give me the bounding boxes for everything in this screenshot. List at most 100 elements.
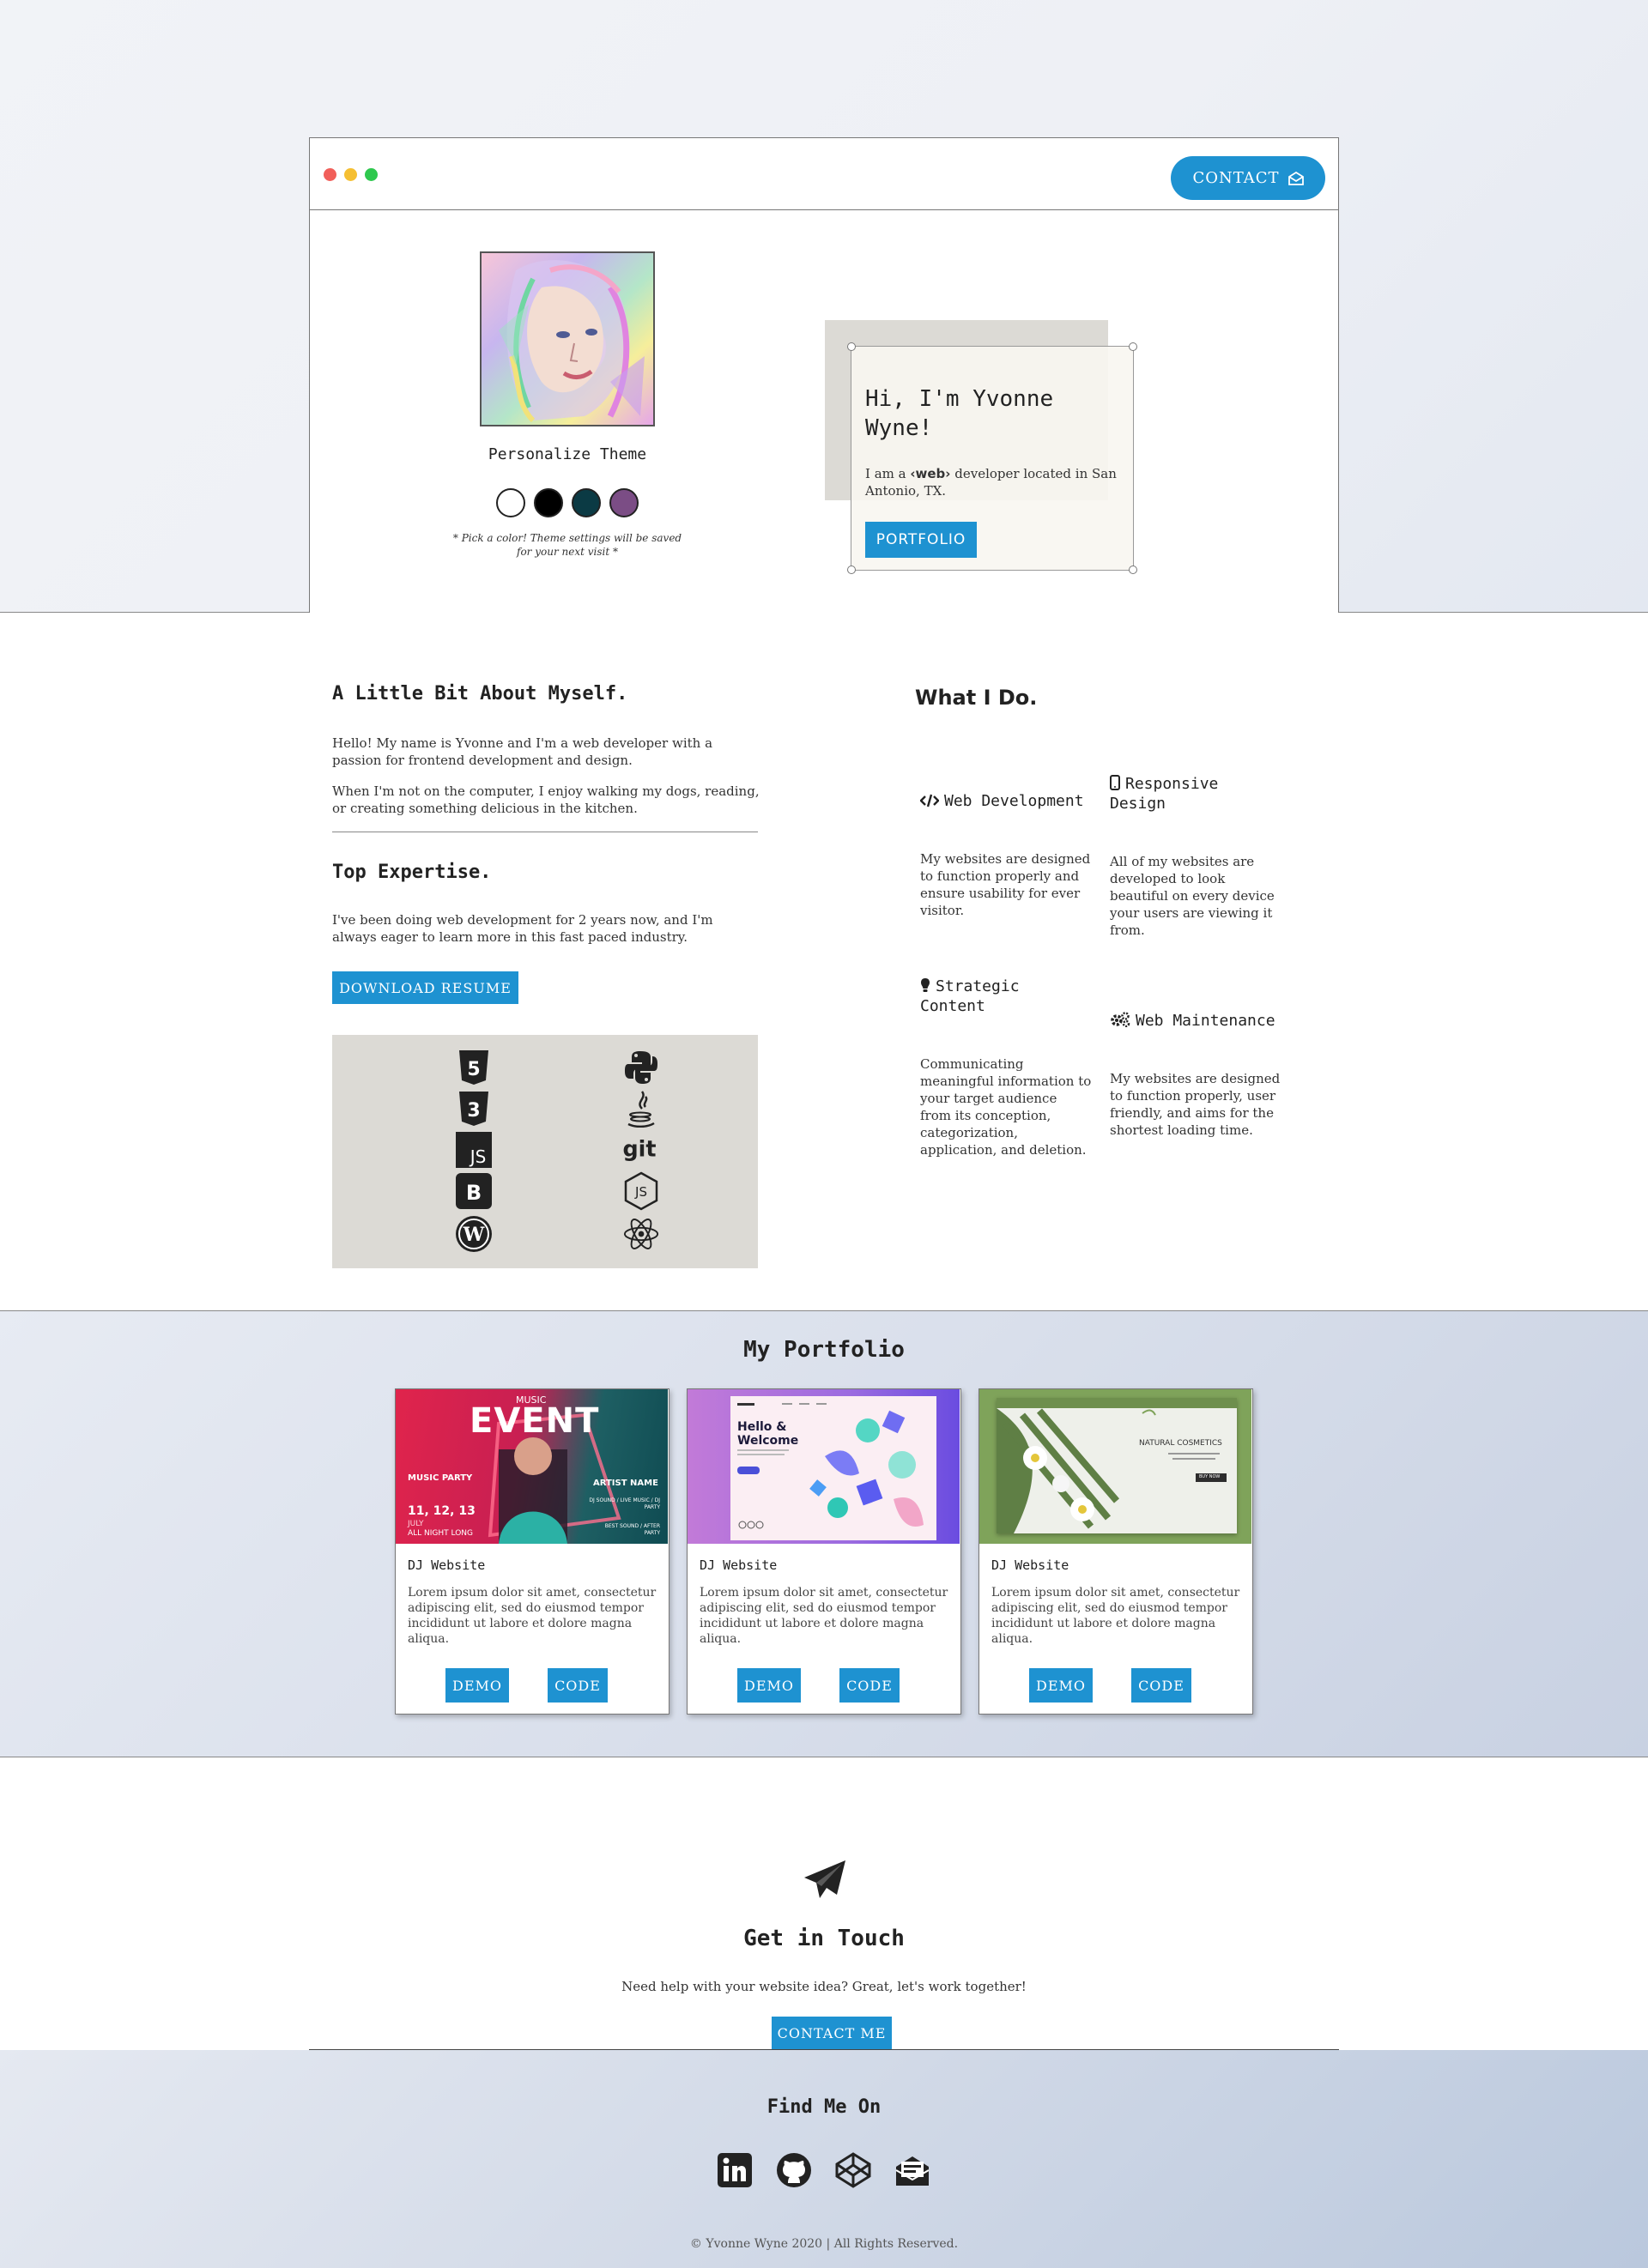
html5-icon: 5 <box>455 1049 493 1086</box>
service-title: Strategic Content <box>920 977 1092 1016</box>
browser-window: CONTACT Personalize Theme * Pick a color… <box>309 137 1339 613</box>
code-icon <box>919 794 940 807</box>
intro-text: I am a ‹web› developer located in San An… <box>865 465 1131 499</box>
expertise-title: Top Expertise. <box>332 862 492 883</box>
about-title: A Little Bit About Myself. <box>332 683 628 705</box>
poster-tagline: ALL NIGHT LONG <box>408 1529 474 1538</box>
poster-heading: EVENT <box>470 1401 600 1441</box>
python-icon <box>622 1049 660 1086</box>
theme-swatch-black[interactable] <box>534 488 563 517</box>
service-text: Communicating meaningful information to … <box>920 1056 1092 1158</box>
contact-me-button[interactable]: CONTACT ME <box>772 2017 892 2049</box>
maximize-dot <box>365 168 378 181</box>
intro-card: Hi, I'm Yvonne Wyne! I am a ‹web› develo… <box>847 342 1137 574</box>
contact-title: Get in Touch <box>743 1926 905 1951</box>
git-icon: git <box>621 1131 658 1169</box>
browser-toolbar: CONTACT <box>310 138 1338 210</box>
mockup-floral-art <box>997 1398 1237 1533</box>
contact-text: Need help with your website idea? Great,… <box>621 1979 1027 1994</box>
project-description: Lorem ipsum dolor sit amet, consectetur … <box>991 1586 1240 1646</box>
code-button[interactable]: CODE <box>548 1668 608 1703</box>
service-title: Responsive Design <box>1110 774 1281 813</box>
code-button[interactable]: CODE <box>839 1668 900 1703</box>
portfolio-title: My Portfolio <box>743 1337 905 1363</box>
svg-text:git: git <box>623 1136 657 1162</box>
service-title-text: Web Maintenance <box>1136 1012 1275 1030</box>
resize-handle <box>847 565 856 574</box>
portfolio-card: MUSIC EVENT MUSIC PARTY 11, 12, 13 JULY … <box>395 1388 670 1715</box>
mockup-screen: NATURAL COSMETICS BUY NOW <box>997 1398 1237 1533</box>
service-responsive-design: Responsive Design All of my websites are… <box>1110 774 1281 939</box>
skills-panel: 5 3 JS B W git JS <box>332 1035 758 1268</box>
project-title: DJ Website <box>700 1557 778 1573</box>
find-me-title: Find Me On <box>766 2096 882 2118</box>
demo-button[interactable]: DEMO <box>1029 1668 1093 1703</box>
contact-button[interactable]: CONTACT <box>1171 156 1325 200</box>
svg-text:5: 5 <box>467 1059 480 1080</box>
close-dot <box>324 168 336 181</box>
footer: Find Me On © Yvonne Wyne 2020 | All Righ… <box>0 2050 1648 2268</box>
project-description: Lorem ipsum dolor sit amet, consectetur … <box>408 1586 657 1646</box>
theme-label: Personalize Theme <box>488 445 647 463</box>
css3-icon: 3 <box>455 1090 493 1128</box>
paper-plane-icon <box>804 1860 845 1898</box>
resize-handle <box>1129 342 1137 351</box>
svg-text:3: 3 <box>467 1100 480 1122</box>
poster-dates: 11, 12, 13 <box>408 1504 476 1518</box>
poster-party: MUSIC PARTY <box>408 1473 473 1483</box>
mockup-screen: Hello & Welcome <box>730 1396 936 1540</box>
svg-text:W: W <box>463 1224 485 1246</box>
codepen-icon[interactable] <box>834 2151 872 2189</box>
portfolio-card: Hello & Welcome DJ Website Lorem ipsum d… <box>687 1388 961 1715</box>
service-title-text: Responsive Design <box>1110 775 1219 813</box>
nodejs-icon: JS <box>622 1171 660 1211</box>
github-icon[interactable] <box>775 2151 813 2189</box>
service-web-maintenance: Web Maintenance My websites are designed… <box>1110 1011 1281 1139</box>
svg-text:JS: JS <box>469 1146 487 1167</box>
download-resume-button[interactable]: DOWNLOAD RESUME <box>332 971 518 1004</box>
mockup-3d-shapes <box>737 1403 924 1529</box>
mockup-heading: Hello & Welcome <box>737 1420 799 1448</box>
contact-section: Get in Touch Need help with your website… <box>0 1757 1648 2051</box>
service-title-text: Strategic Content <box>920 977 1020 1015</box>
project-title: DJ Website <box>408 1557 486 1573</box>
lightbulb-icon <box>921 978 930 992</box>
service-strategic-content: Strategic Content Communicating meaningf… <box>920 977 1092 1158</box>
portfolio-button[interactable]: PORTFOLIO <box>865 522 977 558</box>
what-i-do-title: What I Do. <box>915 686 1038 710</box>
about-section: A Little Bit About Myself. Hello! My nam… <box>0 613 1648 1311</box>
java-icon <box>622 1090 660 1128</box>
service-text: All of my websites are developed to look… <box>1110 854 1275 938</box>
theme-swatch-light[interactable] <box>496 488 525 517</box>
linkedin-icon[interactable] <box>716 2151 754 2189</box>
intro-web-tag: ‹web› <box>910 466 951 481</box>
mail-bulk-icon[interactable] <box>894 2151 931 2189</box>
project-thumbnail-welcome: Hello & Welcome <box>688 1389 960 1544</box>
project-title: DJ Website <box>991 1557 1069 1573</box>
contact-button-label: CONTACT <box>1192 169 1280 187</box>
theme-swatch-teal[interactable] <box>572 488 601 517</box>
resize-handle <box>1129 565 1137 574</box>
copyright-text: © Yvonne Wyne 2020 | All Rights Reserved… <box>689 2237 959 2251</box>
demo-button[interactable]: DEMO <box>737 1668 801 1703</box>
theme-note: * Pick a color! Theme settings will be s… <box>452 532 682 559</box>
service-title-text: Web Development <box>944 792 1084 810</box>
poster-month: JULY <box>408 1520 424 1528</box>
project-thumbnail-cosmetics: NATURAL COSMETICS BUY NOW <box>979 1389 1251 1544</box>
cogs-icon <box>1111 1012 1130 1028</box>
resize-handle <box>847 342 856 351</box>
service-web-development: Web Development My websites are designed… <box>919 791 1092 919</box>
service-text: My websites are designed to function pro… <box>1110 1071 1281 1138</box>
poster-lineup: DJ SOUND / LIVE MUSIC / DJ PARTY <box>589 1497 660 1510</box>
demo-button[interactable]: DEMO <box>445 1668 509 1703</box>
portfolio-section: My Portfolio MUSIC EVENT MUSIC PARTY 11,… <box>0 1311 1648 1757</box>
poster-artist: ARTIST NAME <box>593 1479 658 1488</box>
mockup-buy-button: BUY NOW <box>1199 1474 1221 1479</box>
about-paragraph: When I'm not on the computer, I enjoy wa… <box>332 783 760 816</box>
minimize-dot <box>344 168 357 181</box>
react-icon <box>622 1215 660 1253</box>
bootstrap-icon: B <box>455 1172 493 1210</box>
svg-text:JS: JS <box>634 1184 647 1200</box>
theme-swatch-purple[interactable] <box>609 488 639 517</box>
code-button[interactable]: CODE <box>1131 1668 1191 1703</box>
